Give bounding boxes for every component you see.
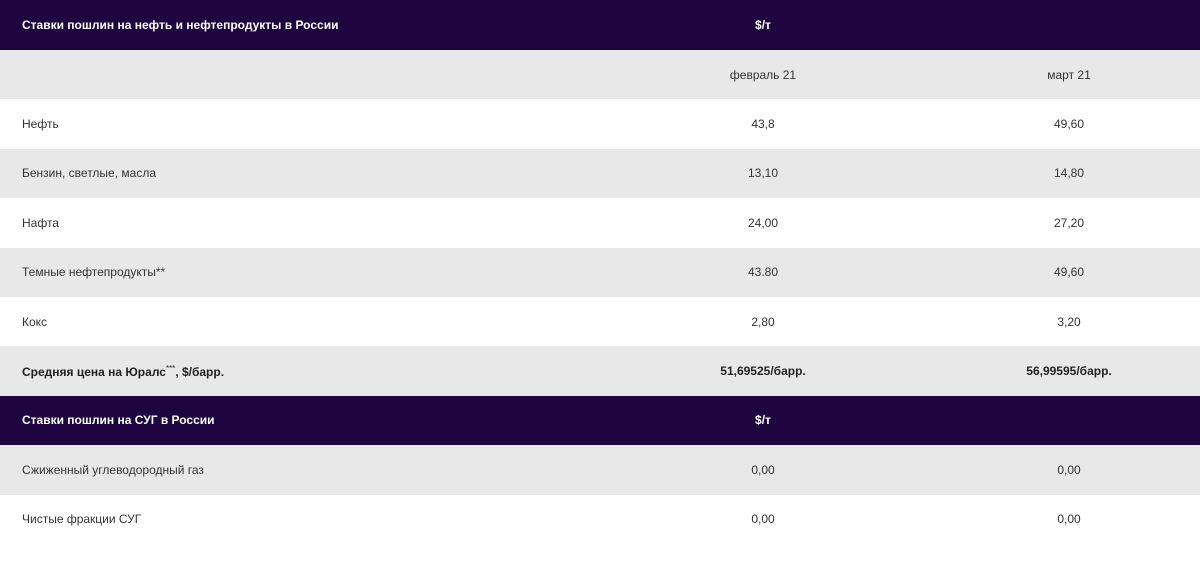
row-value-feb: 13,10 (747, 166, 779, 181)
row-value-mar: 0,00 (1057, 512, 1081, 527)
row-label: Чистые фракции СУГ (22, 512, 142, 527)
row-value-feb: 0,00 (751, 512, 775, 527)
row-value-feb: 0,00 (751, 462, 775, 477)
table-row: Кокс 2,80 3,20 (0, 296, 1200, 347)
table-row: Нефть 43,8 49,60 (0, 99, 1200, 149)
column-header-mar: март 21 (1047, 67, 1091, 82)
lpg-table-title: Ставки пошлин на СУГ в России (22, 413, 215, 428)
table-row: Сжиженный углеводородный газ 0,00 0,00 (0, 445, 1200, 495)
row-value-feb: 43,8 (751, 117, 775, 132)
column-header-row: февраль 21 март 21 (0, 50, 1200, 100)
row-value-feb: 24,00 (747, 215, 779, 230)
row-label: Нефть (22, 117, 59, 132)
urals-price-label: Средняя цена на Юралс***, $/барр. (22, 363, 225, 379)
row-value-mar: 49,60 (1053, 265, 1085, 280)
duty-rates-table: Ставки пошлин на нефть и нефтепродукты в… (0, 0, 1200, 544)
table-row: Нафта 24,00 27,20 (0, 198, 1200, 248)
column-header-feb: февраль 21 (729, 67, 797, 82)
row-label: Темные нефтепродукты** (22, 265, 166, 280)
row-label: Сжиженный углеводородный газ (22, 462, 204, 477)
row-value-feb: 43.80 (747, 265, 779, 280)
oil-table-title: Ставки пошлин на нефть и нефтепродукты в… (22, 18, 339, 32)
row-value-mar: 27,20 (1053, 215, 1085, 230)
urals-price-mar: 56,99595/барр. (1026, 364, 1112, 379)
row-value-mar: 14,80 (1053, 166, 1085, 181)
footnote-marker: *** (165, 363, 176, 373)
row-value-mar: 49,60 (1053, 117, 1085, 132)
urals-price-row: Средняя цена на Юралс***, $/барр. 51,695… (0, 346, 1200, 396)
row-value-feb: 2,80 (751, 314, 775, 329)
row-label: Бензин, светлые, масла (22, 166, 156, 181)
oil-table-unit: $/т (755, 18, 771, 32)
row-value-mar: 3,20 (1057, 314, 1081, 329)
row-value-mar: 0,00 (1057, 462, 1081, 477)
row-label: Нафта (22, 215, 59, 230)
table-row: Чистые фракции СУГ 0,00 0,00 (0, 494, 1200, 544)
lpg-table-header: Ставки пошлин на СУГ в России $/т (0, 395, 1200, 446)
oil-table-header: Ставки пошлин на нефть и нефтепродукты в… (0, 0, 1200, 50)
table-row: Темные нефтепродукты** 43.80 49,60 (0, 247, 1200, 297)
urals-price-feb: 51,69525/барр. (720, 364, 806, 379)
lpg-table-unit: $/т (755, 413, 771, 428)
row-label: Кокс (22, 314, 48, 329)
table-row: Бензин, светлые, масла 13,10 14,80 (0, 148, 1200, 199)
